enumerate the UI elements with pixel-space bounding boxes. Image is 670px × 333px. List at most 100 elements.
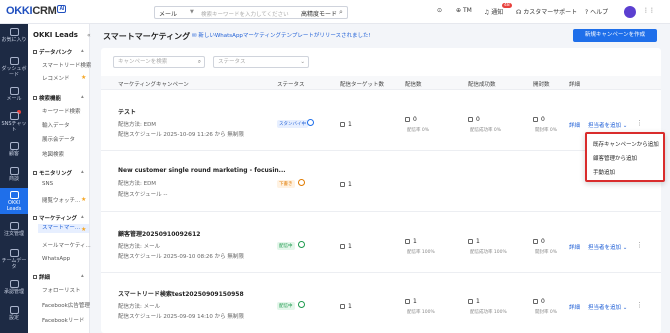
global-search[interactable]: メール ▼ 検索キーワードを入力してください 高精度モード ⌕ [154,6,348,19]
detail-link[interactable]: 詳細 [569,303,580,311]
add-assignee-button[interactable]: 担当者を追加 ⌄ [588,121,627,129]
delivery-schedule: 配信スケジュール -- [118,192,168,198]
pause-icon[interactable] [298,301,305,308]
star-icon[interactable]: ★ [81,196,86,203]
edit-status-icon[interactable] [298,179,305,186]
avatar[interactable] [624,6,636,18]
success-rate: 配信成功率 0% [470,128,502,133]
success-count: 1 [468,238,480,245]
rail-item-orders[interactable]: 注文管理 [0,222,28,237]
delivery-method: 配信方法: EDM [118,122,157,128]
rail-item-mail[interactable]: メール [0,87,28,102]
rail-item-approvals[interactable]: 承認管理 [0,280,28,295]
group-search[interactable]: 検索機能 ▴ [33,94,84,102]
sub-item-email-marketing[interactable]: メールマーケティ... [42,241,91,249]
success-count: 0 [468,116,480,123]
more-icon[interactable]: ⋮ [636,241,643,249]
target-count: 1 [340,303,352,310]
sub-item-map-search[interactable]: 地図検索 [42,150,64,158]
grid-icon [33,275,37,279]
status-action-icon[interactable] [307,119,314,126]
chevron-down-icon: ⌄ [622,305,628,311]
col-sent: 配信数 [405,82,422,88]
chevron-up-icon: ▴ [81,94,84,100]
check-icon [468,299,473,304]
star-icon[interactable]: ★ [81,226,86,233]
table-row: 顧客管理20250910092612 配信方法: メール 配信スケジュール 20… [101,213,661,273]
sub-item-import-data[interactable]: 輸入データ [42,121,70,129]
menu-item-manual-add[interactable]: 手動追加 [593,168,615,176]
sub-item-keyword-search[interactable]: キーワード検索 [42,107,81,115]
target-count: 1 [340,181,352,188]
campaign-panel: キャンペーンを検索 ⌕ ステータス ⌄ マーケティングキャンペーン ステータス … [101,48,661,333]
col-status: ステータス [277,82,305,88]
col-detail: 詳細 [569,82,581,88]
campaign-name[interactable]: テスト [118,107,136,116]
top-bar: OKKICRM AI メール ▼ 検索キーワードを入力してください 高精度モード … [0,0,670,24]
status-filter-select[interactable]: ステータス ⌄ [213,56,309,68]
rail-item-settings[interactable]: 設定 [0,306,28,321]
campaign-name[interactable]: 顧客管理20250910092612 [118,229,200,238]
sub-item-facebook-ads[interactable]: Facebook広告管理 [42,301,90,309]
sub-item-facebook-leads[interactable]: Facebookリード [42,316,84,324]
rail-item-team-data[interactable]: チームデータ [0,249,28,270]
menu-item-from-customer-management[interactable]: 顧客管理から追加 [593,154,637,162]
search-icon[interactable]: ⌕ [339,8,343,17]
notification-button[interactable]: ♫ 通知 [484,7,503,16]
chevron-up-icon: ▴ [81,169,84,175]
group-monitoring[interactable]: モニタリング ▴ [33,169,84,177]
campaign-name[interactable]: スマートリード検索test20250909150958 [118,289,244,298]
sub-item-recommend[interactable]: レコメンド [42,74,70,82]
sent-count: 1 [405,238,417,245]
sub-item-view-watch[interactable]: 閲覧ウォッチ... [42,196,80,204]
sub-item-follow-list[interactable]: フォローリスト [42,286,81,294]
app-grid-icon[interactable]: ⋮⋮ [643,7,655,14]
rail-item-dashboard[interactable]: ダッシュボード [0,57,28,78]
detail-link[interactable]: 詳細 [569,121,580,129]
star-icon[interactable]: ★ [81,74,86,81]
delivery-method: 配信方法: EDM [118,181,157,187]
group-databank[interactable]: データバンク ▴ [33,48,84,56]
app-logo[interactable]: OKKICRM AI [6,5,66,17]
rail-item-okki-leads[interactable]: OKKI Leads [0,188,28,214]
search-mode-toggle[interactable]: 高精度モード [301,9,337,18]
more-icon[interactable]: ⋮ [636,119,643,127]
clock-icon [340,244,345,249]
menu-item-from-existing-campaign[interactable]: 既存キャンペーンから追加 [593,140,659,148]
new-campaign-button[interactable]: 新規キャンペーンを作成 [573,29,657,42]
send-icon [405,239,410,244]
add-assignee-button[interactable]: 担当者を追加 ⌄ [588,243,627,251]
group-marketing[interactable]: マーケティング ▴ [33,214,84,222]
help-button[interactable]: ? ヘルプ [585,7,608,16]
pause-icon[interactable] [298,241,305,248]
leads-icon [9,191,19,199]
add-assignee-button[interactable]: 担当者を追加 ⌄ [588,303,627,311]
rail-item-deals[interactable]: 商談 [0,167,28,182]
more-icon[interactable]: ⋮ [636,301,643,309]
sub-item-whatsapp[interactable]: WhatsApp [42,256,70,262]
rail-item-customers[interactable]: 顧客 [0,142,28,157]
detail-link[interactable]: 詳細 [569,243,580,251]
deals-icon [9,167,19,175]
sub-item-sns[interactable]: SNS [42,181,53,187]
sub-item-smart-lead-search[interactable]: スマートリード検索 [42,61,91,69]
col-success: 配信成功数 [468,82,496,88]
support-button[interactable]: ☊ カスタマーサポート [516,7,577,16]
rail-item-favorites[interactable]: お気に入り [0,28,28,43]
settings-circle-icon[interactable]: ⊙ [437,7,442,14]
announcement-banner[interactable]: ✉ 新しいWhatsAppマーケティングテンプレートがリリースされました! [192,31,371,39]
sub-sidebar: OKKI Leads « データバンク ▴ スマートリード検索 レコメンド ★ 検… [28,24,91,333]
tm-button[interactable]: ⊕ TM [456,7,472,14]
rail-item-sns[interactable]: SNSチャット [0,112,28,133]
campaign-search-input[interactable]: キャンペーンを検索 ⌕ [113,56,205,68]
collapse-icon[interactable]: « [87,32,91,39]
search-type-select[interactable]: メール [159,9,177,18]
search-input[interactable]: 検索キーワードを入力してください [201,10,289,18]
page-title: スマートマーケティング [103,32,191,41]
delivery-method: 配信方法: メール [118,304,161,310]
sub-item-exhibition-data[interactable]: 展示会データ [42,135,75,143]
campaign-name[interactable]: New customer single round marketing - fo… [118,167,286,174]
customers-icon [9,142,19,150]
group-details[interactable]: 詳細 ▴ [33,273,84,281]
status-badge: 配信中 [277,242,295,250]
